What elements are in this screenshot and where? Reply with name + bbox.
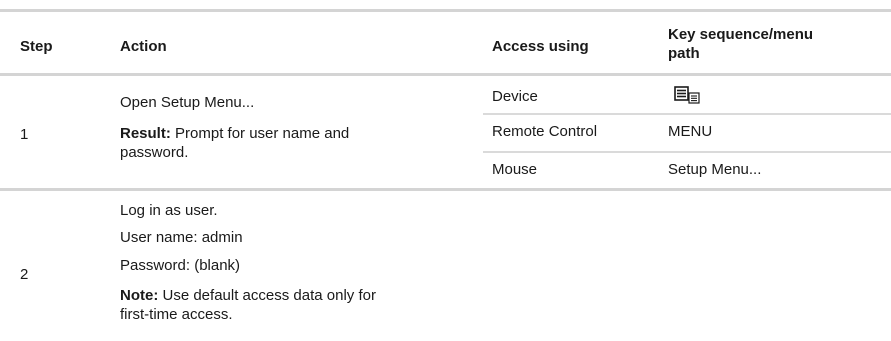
row-step-number: 2 xyxy=(20,266,29,283)
row-action: Log in as user. xyxy=(120,202,218,219)
header-key-sequence-path: path xyxy=(668,45,700,62)
row-action: Open Setup Menu... xyxy=(120,94,255,111)
header-key-sequence: Key sequence/menu xyxy=(668,26,814,43)
subrow-divider xyxy=(483,113,891,115)
access-key-mouse: Setup Menu... xyxy=(668,161,762,178)
subrow-divider xyxy=(483,151,891,153)
row-username: User name: admin xyxy=(120,229,243,246)
row-result: Result: Prompt for user name and xyxy=(120,124,349,143)
row-password: Password: (blank) xyxy=(120,257,241,274)
row-step-number: 1 xyxy=(20,126,29,143)
note-text: Use default access data only for xyxy=(158,287,376,304)
row-result-cont: password. xyxy=(120,144,189,161)
access-method-device: Device xyxy=(492,88,538,105)
row-divider xyxy=(0,188,891,191)
header-step: Step xyxy=(20,38,53,55)
note-label: Note: xyxy=(120,287,159,304)
access-method-mouse: Mouse xyxy=(492,161,538,178)
header-bottom-border xyxy=(0,73,891,76)
access-method-remote: Remote Control xyxy=(492,123,598,140)
result-label: Result: xyxy=(120,125,171,142)
access-key-remote: MENU xyxy=(668,123,713,140)
row-note: Note: Use default access data only for xyxy=(120,286,376,305)
menu-button-icon xyxy=(674,86,700,104)
header-access-using: Access using xyxy=(492,38,589,55)
table-top-border xyxy=(0,9,891,12)
row-note-cont: first-time access. xyxy=(120,306,233,323)
header-action: Action xyxy=(120,38,167,55)
result-text: Prompt for user name and xyxy=(170,125,350,142)
